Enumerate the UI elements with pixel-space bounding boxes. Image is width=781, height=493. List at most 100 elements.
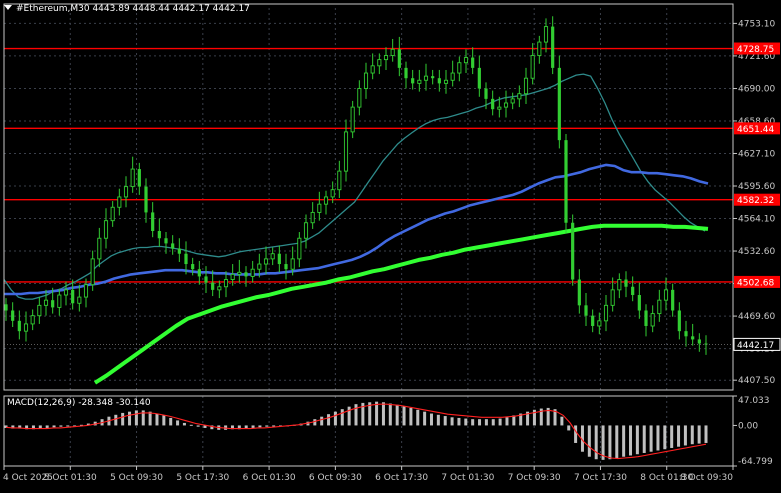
candle-body <box>11 310 15 321</box>
candle-body <box>103 220 109 239</box>
macd-histogram-bar <box>148 411 152 426</box>
candle-body <box>477 67 481 89</box>
price-tick-label: 4407.50 <box>738 376 775 386</box>
candle-body <box>471 57 475 68</box>
macd-histogram-bar <box>258 425 262 428</box>
candle-body <box>130 168 135 188</box>
macd-histogram-bar <box>114 414 118 426</box>
macd-histogram-bar <box>649 425 653 452</box>
candle-body <box>497 106 502 110</box>
candle-body <box>523 77 529 95</box>
candle-body <box>97 237 102 260</box>
candle-body <box>270 253 275 260</box>
candle-body <box>290 258 295 270</box>
candle-body <box>230 273 235 280</box>
macd-tick-label: 47.033 <box>738 396 770 406</box>
candle-body <box>697 339 701 344</box>
candle-body <box>543 26 549 43</box>
macd-histogram-bar <box>409 407 413 426</box>
candle-body <box>211 282 215 290</box>
time-label: 6 Oct 01:30 <box>243 473 296 483</box>
candle-body <box>457 62 462 74</box>
macd-histogram-bar <box>505 417 509 426</box>
candle-body <box>237 271 242 275</box>
macd-histogram-bar <box>697 425 701 444</box>
macd-histogram-bar <box>429 413 433 426</box>
candle-body <box>43 299 49 306</box>
candle-body <box>417 79 422 84</box>
macd-histogram-bar <box>512 415 516 426</box>
macd-histogram-bar <box>333 411 337 426</box>
candle-body <box>250 268 255 277</box>
macd-histogram-bar <box>169 417 173 426</box>
macd-histogram-bar <box>629 425 633 456</box>
chart-window[interactable]: MACD(12,26,9) -28.348 -30.140 4753.10 472… <box>0 0 781 489</box>
candle-body <box>284 264 288 270</box>
price-tick-label: 4595.60 <box>738 182 775 192</box>
candle-body <box>584 305 588 316</box>
candle-body <box>217 286 222 291</box>
time-label: 7 Oct 17:30 <box>574 473 627 483</box>
macd-histogram-bar <box>320 416 324 426</box>
time-axis[interactable]: 4 Oct 20255 Oct 01:30 5 Oct 09:30 5 Oct 17… <box>3 466 734 483</box>
candle-body <box>383 55 389 61</box>
chart-canvas[interactable]: MACD(12,26,9) -28.348 -30.140 4753.10472… <box>0 0 781 489</box>
macd-title: MACD(12,26,9) -28.348 -30.140 <box>7 398 151 408</box>
candle-body <box>610 289 615 306</box>
macd-histogram-bar <box>251 425 255 428</box>
time-label: 7 Oct 09:30 <box>508 473 561 483</box>
candle-body <box>17 320 21 332</box>
macd-histogram-bar <box>574 425 578 443</box>
time-label: 5 Oct 01:30 <box>44 473 97 483</box>
candle-body <box>530 55 535 79</box>
candle-body <box>603 304 609 322</box>
candle-body <box>357 88 362 108</box>
candle-body <box>151 212 155 232</box>
symbol-header[interactable]: #Ethereum,M30 4443.89 4448.44 4442.17 44… <box>4 3 250 15</box>
macd-histogram-bar <box>162 415 166 426</box>
candle-body <box>157 231 161 239</box>
candle-body <box>411 78 415 84</box>
macd-histogram-bar <box>155 413 159 426</box>
candle-body <box>631 286 635 296</box>
macd-histogram-bar <box>354 404 358 426</box>
candle-body <box>204 276 208 283</box>
macd-histogram-bar <box>457 417 461 426</box>
candle-body <box>117 196 122 208</box>
macd-histogram-bar <box>484 419 488 426</box>
price-tick-label: 4532.60 <box>738 247 775 257</box>
candle-body <box>337 170 342 191</box>
candle-body <box>164 238 168 244</box>
candle-body <box>390 48 395 56</box>
macd-histogram-bar <box>677 425 681 447</box>
macd-histogram-bar <box>395 404 399 426</box>
candle-body <box>51 300 55 308</box>
macd-histogram-bar <box>567 425 571 431</box>
candle-body <box>30 315 35 325</box>
macd-histogram-bar <box>128 411 132 426</box>
candle-body <box>137 169 141 187</box>
dropdown-triangle-icon[interactable] <box>4 5 12 10</box>
macd-histogram-bar <box>443 416 447 426</box>
candle-body <box>463 57 469 64</box>
price-axis[interactable]: 4753.104721.604690.004658.604627.104595.… <box>733 19 775 467</box>
candle-body <box>624 279 628 287</box>
candle-body <box>330 189 335 198</box>
macd-histogram-bar <box>615 425 619 458</box>
macd-histogram-bar <box>690 425 694 445</box>
candle-body <box>123 186 129 198</box>
macd-tick-label: 0.00 <box>738 421 758 431</box>
candle-body <box>650 313 655 327</box>
macd-histogram-bar <box>704 425 708 443</box>
macd-tick-label: -64.799 <box>738 457 773 467</box>
macd-histogram-bar <box>52 425 56 428</box>
price-level-label: 4502.68 <box>737 278 774 288</box>
horizontal-levels[interactable] <box>4 47 733 283</box>
macd-histogram-bar <box>121 412 125 426</box>
current-price-label: 4442.17 <box>737 341 774 351</box>
candle-body <box>317 203 322 213</box>
candle-body <box>551 26 555 68</box>
candle-body <box>503 102 509 108</box>
price-tick-label: 4469.60 <box>738 312 775 322</box>
candle-body <box>23 323 29 332</box>
